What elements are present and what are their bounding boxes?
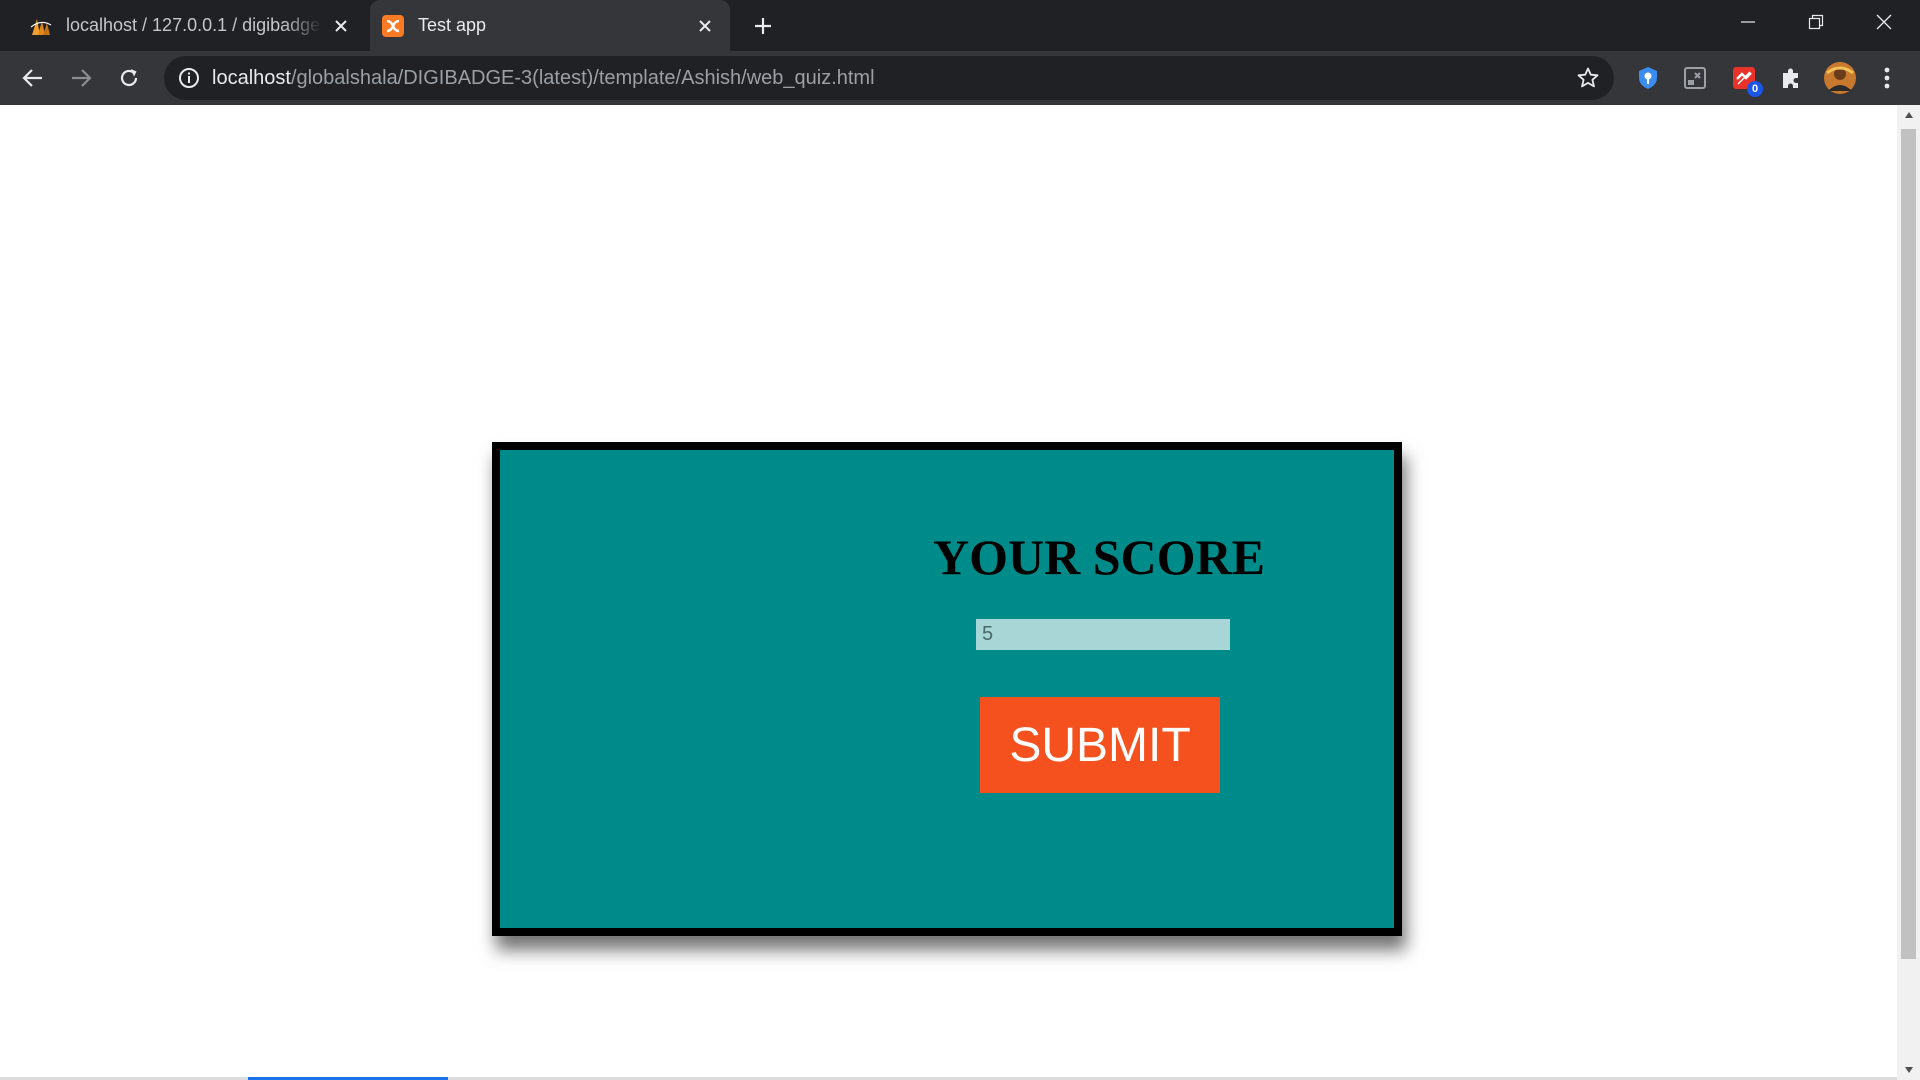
reload-button[interactable]: [111, 60, 147, 96]
address-bar[interactable]: localhost/globalshala/DIGIBADGE-3(latest…: [164, 56, 1614, 100]
badge-extension-button[interactable]: 0: [1729, 63, 1763, 97]
tab-phpmyadmin[interactable]: localhost / 127.0.0.1 / digibadge: [18, 0, 366, 51]
browser-tab-bar: localhost / 127.0.0.1 / digibadge Test a…: [0, 0, 1920, 51]
minimize-icon: [1741, 21, 1755, 23]
score-card: YOUR SCORE SUBMIT: [492, 442, 1402, 936]
extension-badge: 0: [1747, 81, 1763, 97]
info-icon[interactable]: [178, 67, 200, 89]
profile-avatar[interactable]: [1823, 61, 1857, 95]
close-icon: [1876, 14, 1892, 30]
close-icon[interactable]: [692, 13, 718, 39]
url-text: localhost/globalshala/DIGIBADGE-3(latest…: [212, 67, 875, 89]
star-icon[interactable]: [1576, 66, 1600, 90]
window-close-button[interactable]: [1850, 0, 1918, 44]
extension-button[interactable]: [1680, 63, 1710, 93]
phpmyadmin-icon: [30, 18, 52, 35]
close-icon[interactable]: [328, 13, 354, 39]
extension-icon: [1684, 67, 1706, 89]
extensions-menu-button[interactable]: [1776, 63, 1806, 93]
more-vert-icon: [1884, 67, 1890, 89]
password-manager-icon: [1639, 67, 1657, 89]
vertical-scrollbar[interactable]: [1897, 105, 1920, 1080]
tab-title: localhost / 127.0.0.1 / digibadge: [66, 15, 321, 35]
xampp-icon: [382, 14, 404, 37]
back-button[interactable]: [15, 60, 51, 96]
scrollbar-thumb[interactable]: [1901, 129, 1916, 959]
password-manager-extension[interactable]: [1633, 63, 1663, 93]
submit-button[interactable]: SUBMIT: [980, 697, 1220, 793]
scroll-down-arrow-icon[interactable]: [1897, 1060, 1920, 1080]
arrow-right-icon: [72, 69, 92, 87]
browser-menu-button[interactable]: [1872, 63, 1902, 93]
tab-test-app[interactable]: Test app: [370, 0, 730, 51]
minimize-button[interactable]: [1714, 0, 1782, 44]
new-tab-button[interactable]: [748, 11, 778, 41]
restore-icon: [1808, 14, 1824, 30]
tab-title: Test app: [418, 15, 487, 35]
scroll-up-arrow-icon[interactable]: [1897, 105, 1920, 125]
arrow-left-icon: [22, 69, 42, 87]
browser-toolbar: localhost/globalshala/DIGIBADGE-3(latest…: [0, 51, 1920, 105]
avatar: [1824, 62, 1856, 94]
forward-button[interactable]: [63, 60, 99, 96]
puzzle-icon: [1783, 68, 1798, 88]
reload-icon: [120, 69, 138, 87]
plus-icon: [755, 18, 771, 34]
restore-button[interactable]: [1782, 0, 1850, 44]
score-input[interactable]: [976, 619, 1230, 650]
score-heading: YOUR SCORE: [933, 529, 1265, 585]
